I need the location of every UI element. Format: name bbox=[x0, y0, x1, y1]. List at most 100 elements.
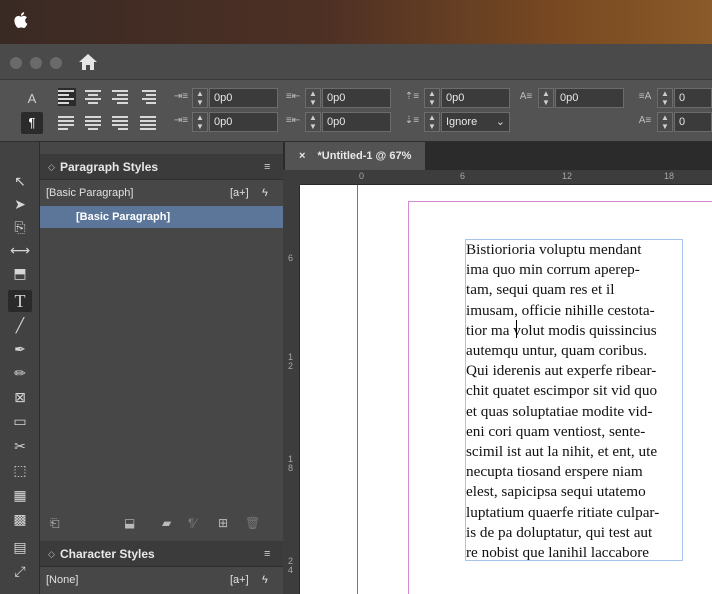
justify-center-icon[interactable] bbox=[85, 114, 103, 132]
macos-menubar bbox=[0, 0, 712, 44]
align-to-grid-icon: A≡ bbox=[638, 115, 652, 126]
direct-selection-tool-icon[interactable]: ➤ bbox=[8, 193, 32, 215]
text-line: eni cori quam ventiost, sente- bbox=[466, 422, 646, 440]
vertical-ruler[interactable]: 6 1 2 1 8 2 4 bbox=[283, 185, 300, 594]
home-icon[interactable] bbox=[78, 53, 100, 71]
paragraph-styles-title: Paragraph Styles bbox=[60, 160, 159, 174]
space-after-icon: ⇣≡ bbox=[404, 115, 420, 126]
baseline-shift-stepper[interactable]: ▲ ▼ bbox=[657, 88, 673, 108]
first-line-indent-stepper[interactable]: ▲ ▼ bbox=[192, 112, 208, 132]
justify-right-icon[interactable] bbox=[112, 114, 130, 132]
collapse-chevron-icon[interactable]: ◇ bbox=[48, 154, 55, 180]
style-override-badge: [a+] bbox=[230, 574, 249, 586]
collapse-chevron-icon[interactable]: ◇ bbox=[48, 541, 55, 567]
close-window-button[interactable] bbox=[10, 57, 22, 69]
justify-all-icon[interactable] bbox=[140, 114, 158, 132]
space-after-stepper[interactable]: ▲ ▼ bbox=[424, 112, 440, 132]
gradient-feather-tool-icon[interactable]: ▩ bbox=[8, 508, 32, 530]
clear-overrides-icon[interactable]: ¶⁄ bbox=[188, 516, 196, 530]
drop-cap-lines-stepper[interactable]: ▲ ▼ bbox=[538, 88, 554, 108]
first-line-indent-field[interactable]: 0p0 bbox=[209, 112, 278, 132]
right-indent-field[interactable]: 0p0 bbox=[322, 88, 391, 108]
lightning-icon[interactable]: ϟ bbox=[262, 569, 268, 591]
rectangle-tool-icon[interactable]: ▭ bbox=[8, 410, 32, 432]
drop-cap-lines-field[interactable]: 0p0 bbox=[555, 88, 624, 108]
selection-tool-icon[interactable]: ↖ bbox=[8, 170, 32, 192]
eyedropper-tool-icon[interactable]: ⤢ bbox=[8, 560, 32, 582]
hyphenation-value: Ignore bbox=[446, 116, 478, 128]
space-before-field[interactable]: 0p0 bbox=[441, 88, 510, 108]
text-frame[interactable]: Bistiorioria voluptu mendant ima quo min… bbox=[465, 239, 683, 561]
new-style-group-icon[interactable]: ⬓ bbox=[124, 516, 135, 530]
folder-icon[interactable]: ▰ bbox=[162, 516, 171, 530]
lightning-icon[interactable]: ϟ bbox=[262, 182, 268, 204]
close-tab-icon[interactable]: × bbox=[299, 150, 305, 162]
minimize-window-button[interactable] bbox=[30, 57, 42, 69]
ruler-label: 1 2 bbox=[288, 352, 294, 371]
hyphenation-dropdown[interactable]: Ignore ⌄ bbox=[441, 112, 510, 132]
create-new-style-icon[interactable]: ⊞ bbox=[218, 516, 228, 530]
ruler-label: 18 bbox=[664, 171, 675, 181]
text-line: is de pa doluptatur, qui test aut bbox=[466, 523, 653, 541]
text-line: tior ma volut modis quissincius bbox=[466, 321, 657, 339]
character-styles-panel-tab[interactable]: ◇ Character Styles ≡ bbox=[40, 541, 283, 567]
chevron-down-icon: ⌄ bbox=[495, 116, 505, 128]
paragraph-style-header-row[interactable]: [Basic Paragraph] [a+] ϟ bbox=[40, 182, 283, 204]
zoom-window-button[interactable] bbox=[50, 57, 62, 69]
space-before-stepper[interactable]: ▲ ▼ bbox=[424, 88, 440, 108]
type-tool-icon[interactable]: T bbox=[8, 290, 32, 312]
delete-icon[interactable]: 🗑 bbox=[245, 516, 260, 530]
note-tool-icon[interactable]: ▤ bbox=[8, 536, 32, 558]
ruler-label: 6 bbox=[460, 171, 466, 181]
first-line-indent-icon: ⇥≡ bbox=[173, 115, 189, 126]
scissors-tool-icon[interactable]: ✂ bbox=[8, 435, 32, 457]
free-transform-tool-icon[interactable]: ⬚ bbox=[8, 459, 32, 481]
last-line-indent-stepper[interactable]: ▲ ▼ bbox=[305, 112, 321, 132]
document-tab[interactable]: × *Untitled-1 @ 67% bbox=[285, 142, 425, 170]
text-line: elest, sapicipsa sequi utatemo bbox=[466, 483, 646, 501]
paragraph-styles-panel-tab[interactable]: ◇ Paragraph Styles ≡ bbox=[40, 154, 283, 180]
page-tool-icon[interactable]: ⎘ bbox=[8, 216, 32, 238]
align-towards-spine-icon[interactable] bbox=[140, 88, 158, 106]
document-tab-title: *Untitled-1 @ 67% bbox=[317, 150, 412, 162]
rectangle-frame-tool-icon[interactable]: ⊠ bbox=[8, 386, 32, 408]
pencil-tool-icon[interactable]: ✏ bbox=[8, 362, 32, 384]
left-indent-field[interactable]: 0p0 bbox=[209, 88, 278, 108]
paragraph-style-header-label: [Basic Paragraph] bbox=[46, 187, 134, 199]
paragraph-style-item[interactable]: [Basic Paragraph] bbox=[40, 206, 283, 228]
panel-menu-icon[interactable]: ≡ bbox=[264, 154, 270, 180]
text-line: chit quatet escimpor sit vid quo bbox=[466, 382, 658, 400]
space-before-icon: ⇡≡ bbox=[404, 91, 420, 102]
window-titlebar bbox=[0, 44, 712, 80]
baseline-shift-field[interactable]: 0 bbox=[674, 88, 712, 108]
panel-menu-icon[interactable]: ≡ bbox=[264, 541, 270, 567]
text-line: luptatium quaerfe ritiate culpar- bbox=[466, 503, 660, 521]
align-left-icon[interactable] bbox=[58, 88, 76, 106]
align-to-grid-stepper[interactable]: ▲ ▼ bbox=[657, 112, 673, 132]
align-center-icon[interactable] bbox=[85, 88, 103, 106]
align-to-grid-field[interactable]: 0 bbox=[674, 112, 712, 132]
paragraph-formatting-mode-button[interactable]: ¶ bbox=[21, 112, 43, 134]
left-indent-stepper[interactable]: ▲ ▼ bbox=[192, 88, 208, 108]
justify-left-icon[interactable] bbox=[58, 114, 76, 132]
gap-tool-icon[interactable]: ⟷ bbox=[8, 239, 32, 261]
content-collector-icon[interactable]: ⬒ bbox=[8, 262, 32, 284]
ruler-label: 1 8 bbox=[288, 454, 294, 473]
character-styles-title: Character Styles bbox=[60, 547, 155, 561]
character-style-header-row[interactable]: [None] [a+] ϟ bbox=[40, 569, 283, 591]
right-indent-stepper[interactable]: ▲ ▼ bbox=[305, 88, 321, 108]
text-line: Bistiorioria voluptu mendant bbox=[466, 241, 642, 258]
horizontal-ruler[interactable]: 0 6 12 18 bbox=[300, 170, 712, 185]
align-right-icon[interactable] bbox=[112, 88, 130, 106]
last-line-indent-field[interactable]: 0p0 bbox=[322, 112, 391, 132]
ruler-origin[interactable] bbox=[283, 170, 300, 185]
gradient-swatch-tool-icon[interactable]: ▦ bbox=[8, 484, 32, 506]
load-styles-icon[interactable]: ⎗ bbox=[50, 516, 60, 531]
ruler-label: 0 bbox=[359, 171, 365, 181]
line-tool-icon[interactable]: ╱ bbox=[8, 314, 32, 336]
ruler-label: 2 4 bbox=[288, 556, 294, 575]
apple-logo-icon[interactable] bbox=[14, 11, 34, 31]
text-line: re nobist que lanihil laccabore bbox=[466, 544, 650, 561]
pen-tool-icon[interactable]: ✒ bbox=[8, 338, 32, 360]
character-formatting-mode-button[interactable]: A bbox=[21, 88, 43, 110]
